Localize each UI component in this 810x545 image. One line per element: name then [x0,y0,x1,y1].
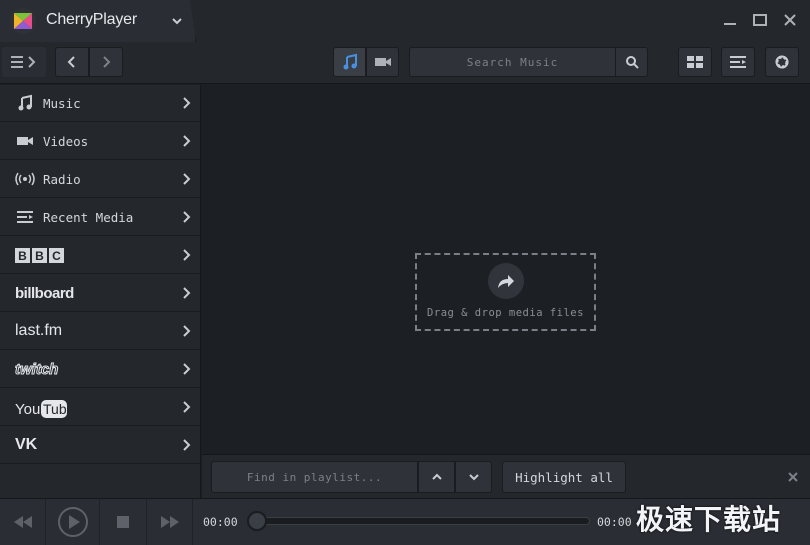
toolbar: Search Music [0,42,810,84]
close-icon [784,14,796,26]
find-previous-button[interactable] [418,461,455,493]
chevron-right-icon [183,439,191,451]
sidebar-item-recent-media[interactable]: Recent Media [0,199,200,236]
drop-circle [488,263,524,299]
title-bar: CherryPlayer [0,0,810,42]
sidebar-item-music[interactable]: Music [0,85,200,122]
youtube-logo-tube: Tube [43,401,67,417]
play-icon [57,507,88,537]
sidebar-item-label: Radio [43,171,81,187]
forward-button[interactable] [89,47,123,77]
minimize-button[interactable] [720,10,740,30]
main-content: Drag & drop media files [202,85,810,454]
chevron-right-icon [183,325,191,337]
sidebar-toggle-button[interactable] [2,47,46,77]
sidebar-item-billboard[interactable]: billboard [0,275,200,312]
menu-icon [11,56,36,68]
rewind-icon [13,516,32,528]
maximize-icon [753,14,767,26]
video-mode-button[interactable] [366,47,399,77]
chevron-down-icon[interactable] [170,14,184,28]
sidebar-item-videos[interactable]: Videos [0,123,200,160]
chevron-right-icon [183,211,191,223]
seek-bar[interactable] [250,517,590,525]
sidebar-item-lastfm[interactable]: last.fm [0,313,200,350]
vk-logo: VK [15,436,38,453]
list-view-button[interactable] [721,47,755,77]
chevron-right-icon [103,56,111,68]
music-note-icon [343,53,357,70]
video-camera-icon [15,132,35,150]
sidebar-item-vk[interactable]: VK [0,427,200,464]
play-button[interactable] [46,499,100,545]
find-next-button[interactable] [455,461,492,493]
seek-knob[interactable] [247,511,267,531]
chevron-right-icon [183,173,191,185]
fast-forward-icon [160,516,179,528]
youtube-logo-you: You [15,401,40,418]
grid-view-icon [687,56,703,68]
search-icon [625,56,639,69]
rewind-button[interactable] [0,499,46,545]
share-arrow-icon [498,275,514,288]
gear-icon [775,55,789,69]
grid-view-button[interactable] [678,47,712,77]
highlight-all-button[interactable]: Highlight all [502,461,626,493]
sidebar-item-label: Videos [43,133,89,149]
bbc-letter: C [52,249,61,263]
music-mode-button[interactable] [333,47,366,77]
settings-button[interactable] [765,47,799,77]
close-icon[interactable] [786,470,800,484]
fast-forward-button[interactable] [147,499,193,545]
search-button[interactable] [615,47,648,77]
chevron-right-icon [183,135,191,147]
video-camera-icon [374,58,391,66]
twitch-logo: twitch [14,360,59,378]
maximize-button[interactable] [750,10,770,30]
back-button[interactable] [55,47,89,77]
sidebar-item-label: Recent Media [43,209,134,225]
youtube-logo: You Tube [15,400,67,418]
recent-media-icon [15,208,35,226]
bbc-letter: B [18,249,27,263]
chevron-left-icon [67,56,75,68]
find-in-playlist-input[interactable]: Find in playlist... [211,461,418,493]
app-title: CherryPlayer [46,11,137,28]
chevron-right-icon [183,401,191,413]
bbc-logo: B B C [15,248,64,263]
sidebar-item-radio[interactable]: Radio [0,161,200,198]
chevron-right-icon [183,249,191,261]
drop-text: Drag & drop media files [427,307,584,319]
sidebar-item-youtube[interactable]: You Tube [0,389,200,426]
chevron-right-icon [183,363,191,375]
sidebar: Music Videos Radio Recent Media B B C bi… [0,85,201,498]
time-elapsed: 00:00 [203,515,238,529]
find-bar: Find in playlist... Highlight all [202,454,810,498]
minimize-icon [724,23,736,25]
music-note-icon [15,94,35,112]
playlist-icon [730,56,746,68]
chevron-right-icon [183,287,191,299]
radio-icon [15,170,35,188]
time-total: 00:00 [597,515,632,529]
bbc-letter: B [35,249,44,263]
stop-button[interactable] [100,499,147,545]
drop-zone[interactable]: Drag & drop media files [415,253,596,331]
close-button[interactable] [780,10,800,30]
chevron-down-icon [468,474,479,481]
billboard-logo: billboard [15,284,74,302]
search-input[interactable]: Search Music [409,47,616,77]
sidebar-item-bbc[interactable]: B B C [0,237,200,274]
lastfm-logo: last.fm [15,322,63,339]
chevron-up-icon [431,473,442,480]
watermark-text: 极速下载站 [636,503,782,536]
chevron-right-icon [183,97,191,109]
sidebar-item-label: Music [43,95,81,111]
cherryplayer-logo [10,8,36,34]
sidebar-item-twitch[interactable]: twitch [0,351,200,388]
stop-icon [117,516,129,528]
